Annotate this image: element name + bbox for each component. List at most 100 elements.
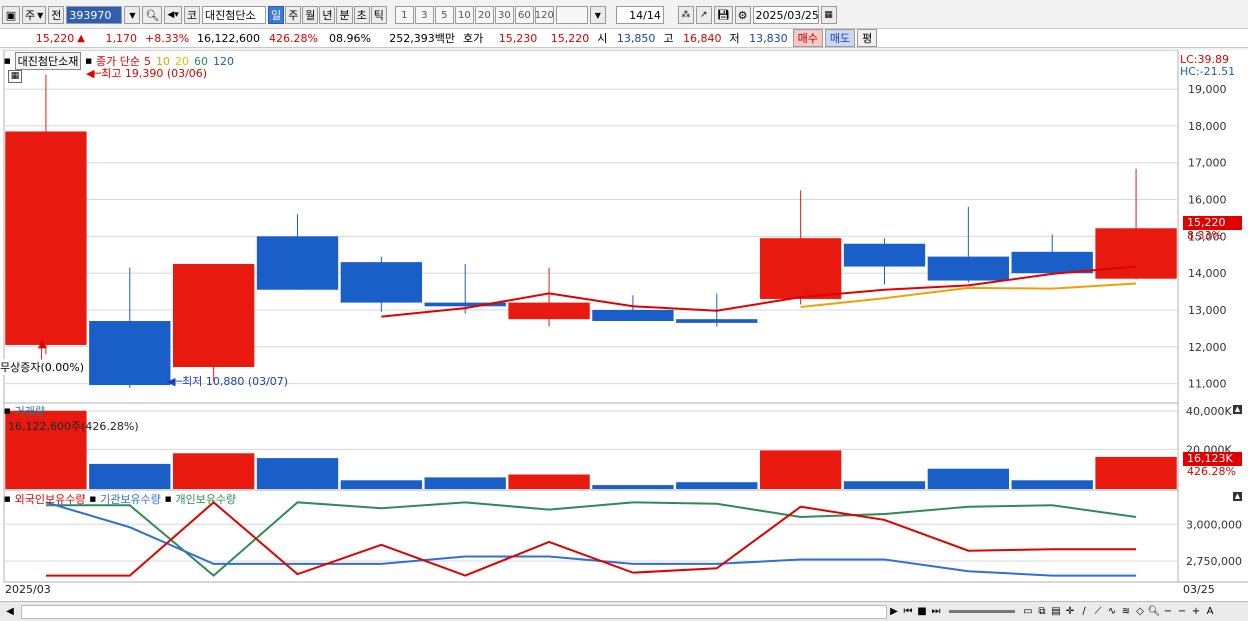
search-icon[interactable]: 🔍︎: [142, 6, 163, 24]
volume-bar: [172, 453, 255, 489]
stock-name-field[interactable]: 대진첨단소: [201, 6, 266, 24]
turnover-value: 08.96%: [329, 31, 371, 45]
stop-icon[interactable]: ■: [915, 605, 929, 619]
grid-toggle-icon[interactable]: ▦: [8, 70, 22, 83]
tab-period-4[interactable]: 분: [336, 6, 353, 24]
arrow-left-icon: ◀─: [167, 375, 183, 388]
crosshair-icon[interactable]: ✛: [1063, 605, 1077, 619]
page-indicator: 14/14: [615, 6, 664, 24]
low-marker: ◀─최저 10,880 (03/07): [167, 373, 288, 389]
price-tick-label: 14,000: [1188, 267, 1227, 280]
date-input[interactable]: 2025/03/25: [752, 6, 819, 24]
volume-value-label: 16,122,600주(426.28%): [8, 420, 139, 433]
interval-button-6[interactable]: 60: [514, 6, 534, 24]
holdings-legend-item[interactable]: 외국인보유수량: [15, 491, 86, 507]
compare-icon[interactable]: ⁂: [677, 6, 694, 24]
interval-button-5[interactable]: 30: [494, 6, 514, 24]
minus-icon[interactable]: −: [1175, 605, 1189, 619]
scroll-left-icon[interactable]: ◀: [3, 605, 17, 619]
chart-window: ▣ 주 ▼ 전 393970 ▼ 🔍︎ ◀▾ 코 대진첨단소 일주월년분초틱 13…: [0, 0, 1248, 621]
x-axis-start: 2025/03: [5, 583, 51, 596]
calendar-icon[interactable]: ▦: [820, 6, 837, 24]
speaker-icon[interactable]: ◀▾: [164, 6, 182, 24]
zoom-icon[interactable]: 🔍︎: [1147, 605, 1161, 619]
interval-dropdown-button[interactable]: ▼: [589, 6, 606, 24]
volume-bar: [676, 482, 758, 489]
candle-body: [1095, 228, 1177, 279]
interval-button-0[interactable]: 1: [394, 6, 414, 24]
tab-period-5[interactable]: 초: [353, 6, 370, 24]
volume-current-tag: 16,123K: [1183, 452, 1242, 466]
buy-button[interactable]: 매수: [792, 29, 823, 47]
fast-forward-icon[interactable]: ⏭: [929, 605, 943, 619]
tab-period-0[interactable]: 일: [267, 6, 285, 24]
panel-handle-icon: ■: [4, 407, 11, 415]
candle-body: [5, 131, 87, 345]
tab-period-2[interactable]: 월: [302, 6, 319, 24]
volume-bar: [1095, 456, 1177, 489]
price-tick-label: 18,000: [1188, 120, 1227, 133]
candle-body: [676, 319, 758, 323]
tab-period-1[interactable]: 주: [285, 6, 302, 24]
shape-icon[interactable]: ◇: [1133, 605, 1147, 619]
price-stock-name[interactable]: 대진첨단소재: [14, 52, 82, 70]
holdings-legend-item[interactable]: 개인보유수량: [175, 491, 236, 507]
save-icon[interactable]: 💾︎: [713, 6, 733, 24]
zoom-out-icon[interactable]: −: [1161, 605, 1175, 619]
holdings-legend-item[interactable]: 기관보유수량: [100, 491, 161, 507]
ma-legend-item[interactable]: 120: [213, 55, 234, 68]
panel-collapse-icon[interactable]: ▲: [1233, 405, 1242, 414]
layout-icon[interactable]: ▤: [1049, 605, 1063, 619]
current-price-tag: 15,220: [1183, 216, 1242, 230]
x-axis-end: 03/25: [1183, 583, 1215, 596]
high-marker: ◀─최고 19,390 (03/06): [86, 65, 207, 81]
interval-custom-input[interactable]: [555, 6, 588, 24]
chart-svg[interactable]: 11,00012,00013,00014,00015,00016,00017,0…: [0, 49, 1248, 602]
interval-button-7[interactable]: 120: [535, 6, 554, 24]
channel-icon[interactable]: ⟋: [1091, 605, 1105, 619]
market-selector[interactable]: 주 ▼: [22, 6, 47, 24]
prev-button[interactable]: 전: [48, 6, 65, 24]
split-icon[interactable]: ⧉: [1035, 605, 1049, 619]
interval-button-1[interactable]: 3: [414, 6, 434, 24]
up-triangle-icon: ▲: [77, 32, 85, 44]
rewind-icon[interactable]: ⏮: [901, 605, 915, 619]
panel-handle-icon: ■: [89, 495, 97, 503]
wave-icon[interactable]: ∿: [1105, 605, 1119, 619]
change-percent: +8.33%: [145, 31, 190, 45]
interval-button-3[interactable]: 10: [454, 6, 474, 24]
sell-button[interactable]: 매도: [824, 29, 856, 47]
low-price: 13,830: [749, 31, 788, 45]
amount-value: 252,393백만: [389, 32, 455, 45]
panel-collapse-icon[interactable]: ▲: [1233, 492, 1242, 501]
volume-bar: [927, 468, 1010, 489]
chart-area[interactable]: 11,000 12,000 13,000 14,000 15,000 16,000 17,0…: [0, 49, 1248, 602]
panel-handle-icon: ■: [85, 57, 92, 65]
tab-period-6[interactable]: 틱: [370, 6, 387, 24]
open-price: 13,850: [616, 31, 656, 45]
tab-period-3[interactable]: 년: [319, 6, 336, 24]
gear-icon[interactable]: ⚙: [734, 6, 751, 24]
zoom-slider[interactable]: [949, 610, 1015, 613]
price-tick-label: 17,000: [1188, 157, 1227, 170]
stock-code-input[interactable]: 393970: [66, 6, 123, 24]
current-percent-tag: 8.33%: [1187, 229, 1222, 242]
interval-button-4[interactable]: 20: [474, 6, 494, 24]
bid-label: 호가: [463, 32, 484, 45]
text-tool-icon[interactable]: A: [1203, 605, 1217, 619]
volume-bar: [759, 450, 842, 489]
holdings-tick-label: 3,000,000: [1186, 518, 1242, 531]
window-menu-icon[interactable]: ▣: [2, 6, 20, 24]
toolbar: ▣ 주 ▼ 전 393970 ▼ 🔍︎ ◀▾ 코 대진첨단소 일주월년분초틱 13…: [0, 4, 1248, 26]
avg-button[interactable]: 평: [857, 29, 878, 47]
horizontal-scrollbar[interactable]: [21, 604, 887, 619]
window-icon[interactable]: ▭: [1021, 605, 1035, 619]
code-dropdown-button[interactable]: ▼: [124, 6, 141, 24]
interval-button-2[interactable]: 5: [434, 6, 454, 24]
trendline-icon[interactable]: ∕: [1077, 605, 1091, 619]
scroll-right-icon[interactable]: ▶: [887, 605, 901, 619]
drawing-tool-icon[interactable]: ↗: [695, 6, 712, 24]
market-label: 주: [25, 9, 36, 22]
zoom-in-icon[interactable]: +: [1189, 605, 1203, 619]
fibo-icon[interactable]: ≋: [1119, 605, 1133, 619]
